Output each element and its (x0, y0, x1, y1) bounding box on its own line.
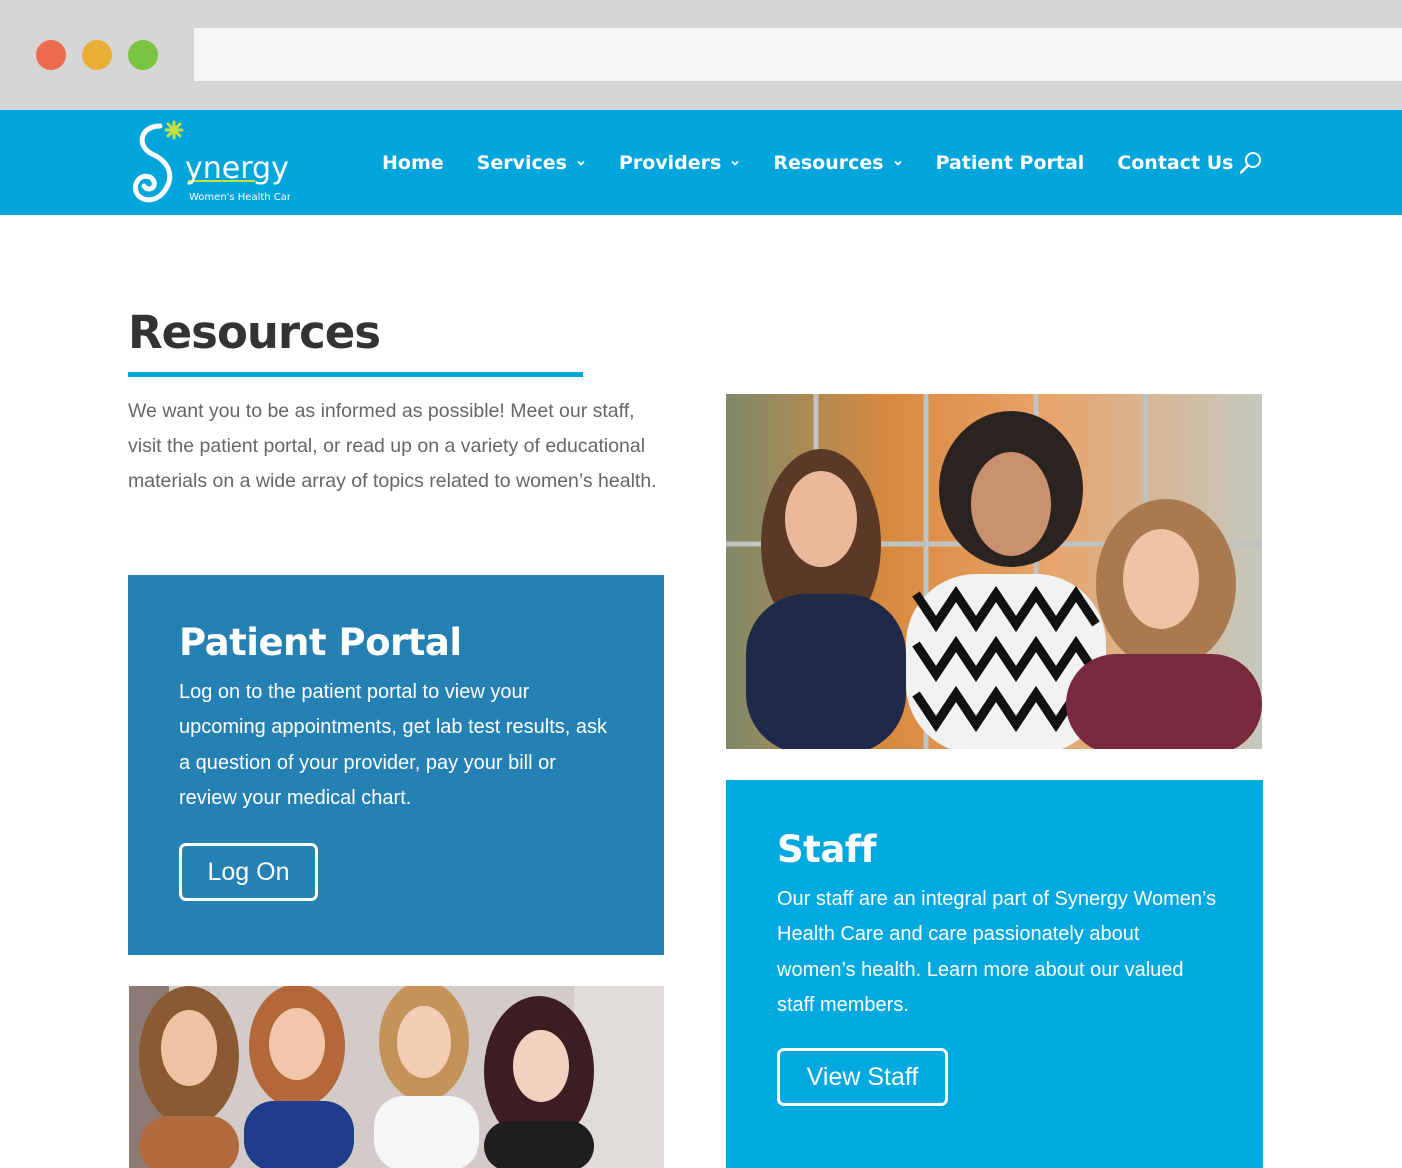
close-window-button[interactable] (36, 40, 66, 70)
staff-title: Staff (777, 828, 877, 871)
nav-providers-label: Providers (618, 152, 722, 174)
log-on-button[interactable]: Log On (179, 843, 318, 901)
nav-services[interactable]: Services (477, 152, 586, 174)
staff-card: Staff Our staff are an integral part of … (726, 780, 1263, 1168)
title-underline (128, 372, 583, 377)
chevron-down-icon (731, 160, 739, 166)
nav-contact-us-label: Contact Us (1117, 152, 1234, 174)
patient-portal-title: Patient Portal (179, 621, 462, 664)
staff-text: Our staff are an integral part of Synerg… (777, 888, 1217, 1016)
providers-photo (726, 394, 1262, 749)
nav-services-label: Services (476, 152, 567, 174)
patient-portal-card: Patient Portal Log on to the patient por… (128, 575, 664, 955)
synergy-logo[interactable]: ynergy Women's Health Care (130, 116, 297, 208)
page-title: Resources (128, 306, 381, 359)
nav-home-label: Home (382, 152, 444, 174)
nav-resources[interactable]: Resources (773, 152, 902, 174)
nav-patient-portal[interactable]: Patient Portal (936, 152, 1085, 174)
logo-tagline: Women's Health Care (189, 192, 290, 203)
nav-resources-label: Resources (773, 152, 884, 174)
nav-patient-portal-label: Patient Portal (935, 152, 1085, 174)
address-bar[interactable] (194, 28, 1402, 81)
patient-portal-text: Log on to the patient portal to view you… (179, 681, 608, 809)
logo-wordmark: ynergy (185, 151, 289, 186)
view-staff-button[interactable]: View Staff (777, 1048, 948, 1106)
search-icon[interactable] (1238, 150, 1264, 176)
staff-photo (129, 986, 664, 1168)
nav-contact-us[interactable]: Contact Us (1117, 152, 1233, 174)
minimize-window-button[interactable] (82, 40, 112, 70)
nav-providers[interactable]: Providers (619, 152, 740, 174)
maximize-window-button[interactable] (128, 40, 158, 70)
chevron-down-icon (893, 160, 902, 166)
browser-chrome (0, 0, 1402, 110)
main-nav: Home Services Providers Resources Patien… (382, 148, 1266, 178)
chevron-down-icon (577, 160, 585, 166)
nav-home[interactable]: Home (382, 152, 444, 174)
site-header: ynergy Women's Health Care Home Services… (0, 110, 1402, 215)
intro-text: We want you to be as informed as possibl… (128, 400, 657, 493)
